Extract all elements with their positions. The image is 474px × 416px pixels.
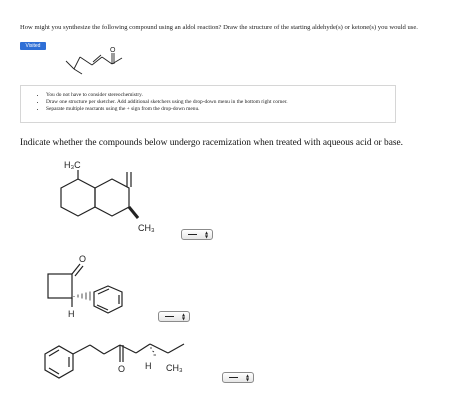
instruction-item: Draw one structure per sketcher. Add add… xyxy=(46,99,395,106)
racemization-dropdown-2[interactable]: ▲ ▼ xyxy=(158,311,190,322)
oxygen-label: O xyxy=(118,364,125,374)
racemization-prompt: Indicate whether the compounds below und… xyxy=(20,138,404,148)
oxygen-label: O xyxy=(79,254,86,264)
target-molecule-structure: O xyxy=(65,47,123,75)
dropdown-value-dash xyxy=(188,234,197,236)
h3c-label: H₃C xyxy=(64,160,81,170)
racemization-dropdown-1[interactable]: ▲ ▼ xyxy=(181,229,213,240)
decalone-structure: H₃C CH₃ xyxy=(60,160,155,233)
hydrogen-label: H xyxy=(68,309,75,319)
cyclobutanone-structure: O H xyxy=(47,254,123,319)
aryl-ketone-structure: O H CH₃ xyxy=(44,343,185,379)
top-oxygen-label: O xyxy=(110,47,116,54)
question-text: How might you synthesize the following c… xyxy=(20,24,418,31)
dropdown-value-dash xyxy=(165,316,174,318)
racemization-dropdown-3[interactable]: ▲ ▼ xyxy=(222,372,254,383)
visited-badge: Visited xyxy=(20,42,46,50)
instructions-box: You do not have to consider stereochemis… xyxy=(20,85,396,123)
instruction-item: Separate multiple reactants using the + … xyxy=(46,106,395,113)
instruction-item: You do not have to consider stereochemis… xyxy=(46,92,395,99)
dropdown-arrow-icon: ▲ ▼ xyxy=(245,373,250,382)
hydrogen-label: H xyxy=(145,361,152,371)
dropdown-arrow-icon: ▲ ▼ xyxy=(204,230,209,239)
ch3-label: CH₃ xyxy=(166,363,183,373)
dropdown-arrow-icon: ▲ ▼ xyxy=(181,312,186,321)
dropdown-value-dash xyxy=(229,377,238,379)
ch3-label: CH₃ xyxy=(138,223,155,233)
